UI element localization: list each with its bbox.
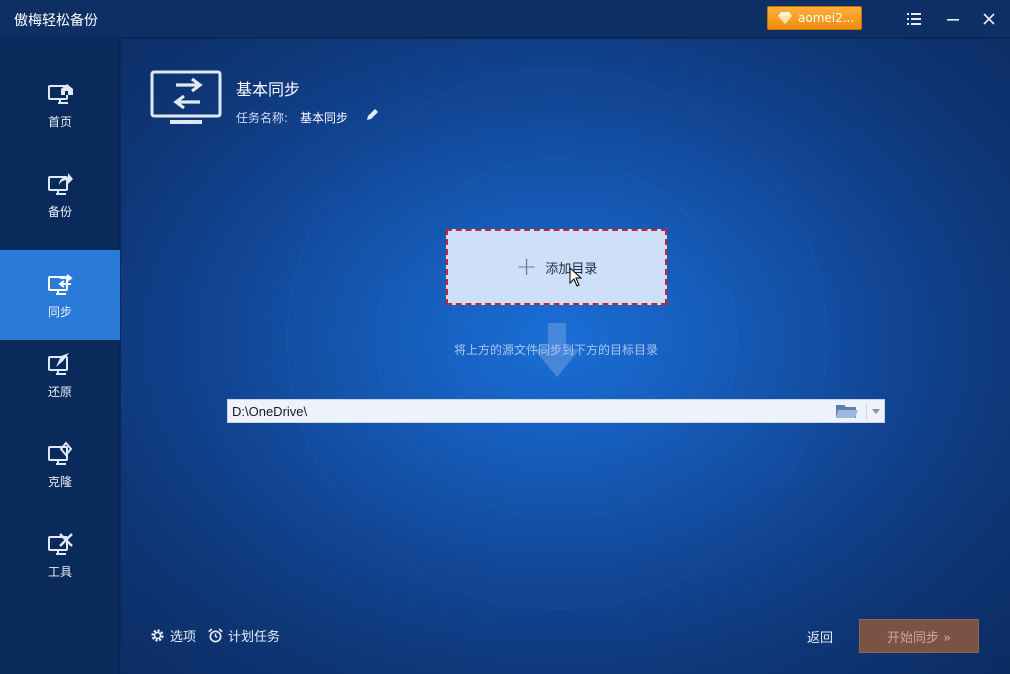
options-link[interactable]: 选项: [150, 626, 196, 645]
plus-icon: +: [515, 252, 538, 282]
sidebar: 首页 备份 同步 还原 克隆 工具: [0, 39, 120, 674]
add-directory-button[interactable]: + 添加目录: [446, 229, 667, 305]
schedule-label: 计划任务: [228, 630, 281, 645]
folder-icon[interactable]: [835, 402, 859, 420]
alarm-clock-icon: [208, 628, 223, 643]
dropdown-separator: [866, 403, 867, 419]
sidebar-item-label: 同步: [47, 304, 72, 319]
menu-icon[interactable]: [903, 8, 925, 30]
user-badge[interactable]: aomei2...: [767, 6, 862, 30]
sidebar-item-label: 还原: [47, 384, 72, 399]
sidebar-item-label: 克隆: [47, 474, 72, 489]
sidebar-item-home[interactable]: 首页: [0, 60, 120, 150]
task-name-value: 基本同步: [300, 111, 349, 125]
sidebar-item-tools[interactable]: 工具: [0, 510, 120, 600]
close-icon[interactable]: [978, 8, 1000, 30]
home-monitor-icon: [48, 83, 73, 104]
sidebar-item-label: 首页: [47, 114, 72, 129]
sidebar-item-label: 工具: [47, 564, 72, 579]
sync-monitor-icon: [48, 273, 73, 295]
sidebar-item-backup[interactable]: 备份: [0, 150, 120, 240]
mouse-cursor-icon: [569, 267, 583, 287]
sync-hint-text: 将上方的源文件同步到下方的目标目录: [453, 343, 658, 357]
main-panel: 基本同步 任务名称: 基本同步 + 添加目录 将上方的源文件同步到下方的目标目录…: [121, 39, 1010, 674]
gear-icon: [151, 629, 164, 642]
restore-monitor-icon: [48, 352, 69, 375]
pencil-icon[interactable]: [365, 108, 379, 122]
title-bar: 傲梅轻松备份 aomei2...: [0, 0, 1010, 38]
destination-path-input[interactable]: [232, 403, 822, 419]
schedule-link[interactable]: 计划任务: [208, 626, 280, 645]
clone-monitor-icon: [48, 440, 73, 465]
start-sync-button[interactable]: 开始同步 »: [859, 619, 979, 653]
page-title: 基本同步: [236, 80, 301, 99]
options-label: 选项: [170, 630, 197, 645]
back-button[interactable]: 返回: [807, 627, 833, 646]
app-title: 傲梅轻松备份: [14, 13, 98, 29]
sidebar-item-restore[interactable]: 还原: [0, 330, 120, 420]
sidebar-item-label: 备份: [47, 204, 72, 219]
minimize-icon[interactable]: [942, 8, 964, 30]
task-name-label: 任务名称:: [236, 111, 289, 125]
diamond-icon: [778, 12, 792, 24]
destination-field[interactable]: [227, 399, 885, 423]
sync-header-icon: [150, 70, 222, 124]
tools-monitor-icon: [48, 532, 73, 555]
backup-monitor-icon: [48, 172, 73, 195]
chevron-down-icon[interactable]: [869, 402, 883, 420]
user-badge-label: aomei2...: [798, 11, 855, 25]
sidebar-item-sync[interactable]: 同步: [0, 250, 120, 340]
sidebar-item-clone[interactable]: 克隆: [0, 420, 120, 510]
